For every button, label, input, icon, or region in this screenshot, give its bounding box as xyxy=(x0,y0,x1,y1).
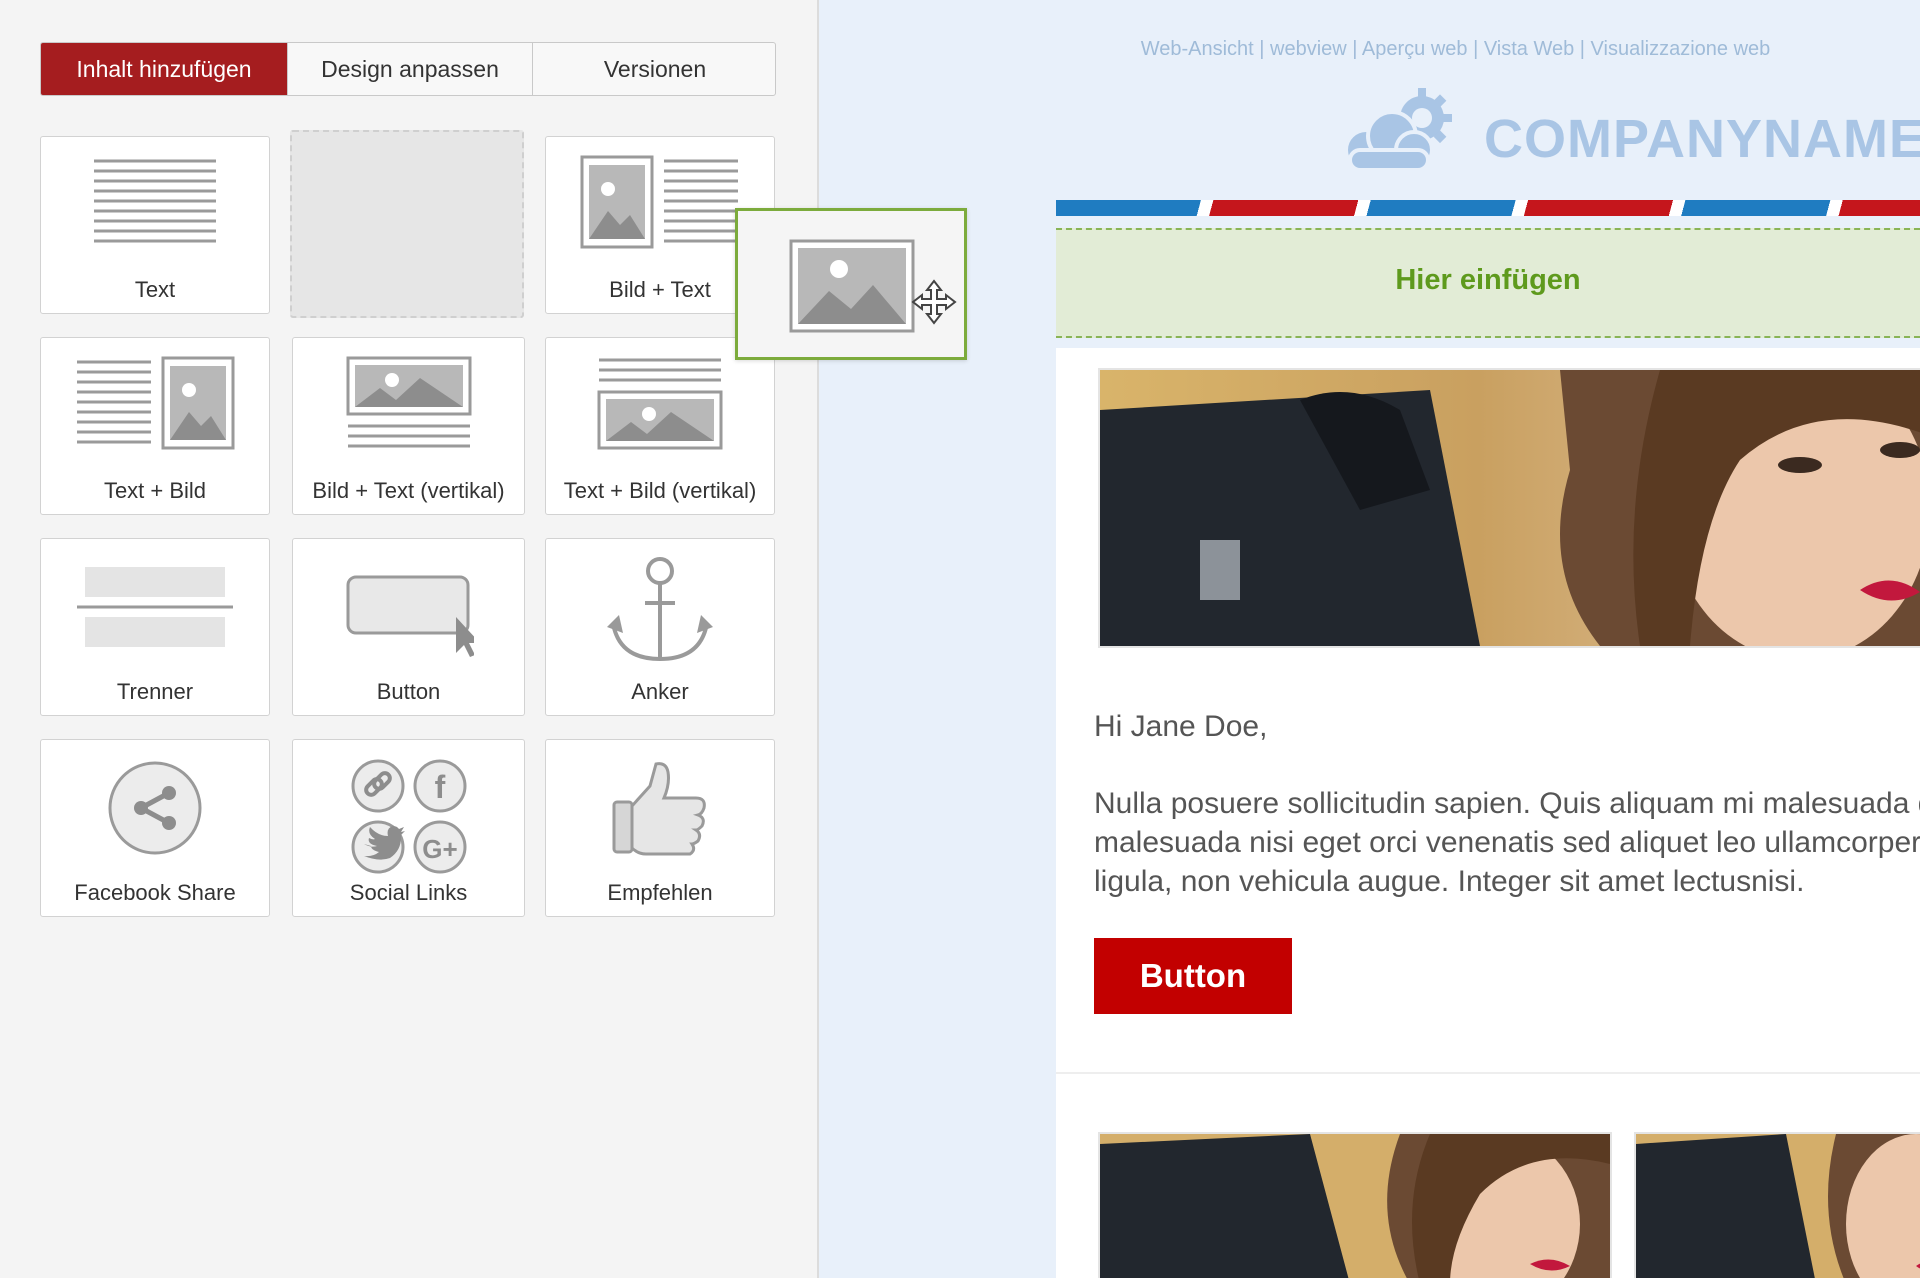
thumbnail-image-right[interactable] xyxy=(1634,1132,1920,1278)
block-label: Trenner xyxy=(116,679,194,704)
section-separator xyxy=(1056,1072,1920,1074)
block-label: Text + Bild (vertikal) xyxy=(563,478,757,503)
dragged-image-block[interactable] xyxy=(735,208,967,360)
company-logo: COMPANYNAME xyxy=(1336,88,1920,178)
divider-icon xyxy=(77,567,233,647)
block-text-image[interactable]: Text + Bild xyxy=(40,337,270,515)
block-label: Button xyxy=(376,679,441,704)
block-facebook-share[interactable]: Facebook Share xyxy=(40,739,270,917)
image-text-icon xyxy=(580,155,738,249)
block-anchor[interactable]: Anker xyxy=(545,538,775,716)
email-preview: Web-Ansicht | webview | Aperçu web | Vis… xyxy=(819,0,1920,1278)
block-label: Text + Bild xyxy=(103,478,207,503)
drop-zone-label: Hier einfügen xyxy=(1395,264,1581,296)
tab-add-content[interactable]: Inhalt hinzufügen xyxy=(41,43,288,95)
greeting: Hi Jane Doe, xyxy=(1094,710,1268,743)
block-label: Social Links xyxy=(349,880,468,905)
block-label: Anker xyxy=(631,679,689,704)
text-image-vertical-icon xyxy=(597,358,723,450)
webview-links[interactable]: Web-Ansicht | webview | Aperçu web | Vis… xyxy=(936,38,1920,61)
button-icon xyxy=(346,575,474,657)
svg-text:f: f xyxy=(434,769,445,805)
anchor-icon xyxy=(607,557,713,662)
block-label: Text xyxy=(134,277,176,302)
block-label: Bild + Text (vertikal) xyxy=(312,478,505,503)
block-label: Empfehlen xyxy=(607,880,713,905)
drag-source-placeholder xyxy=(290,130,524,318)
block-social-links[interactable]: f G+ Social Links xyxy=(292,739,525,917)
body-text: Nulla posuere sollicitudin sapien. Quis … xyxy=(1094,787,1920,898)
block-label: Facebook Share xyxy=(74,880,236,905)
block-button[interactable]: Button xyxy=(292,538,525,716)
block-recommend[interactable]: Empfehlen xyxy=(545,739,775,917)
share-icon xyxy=(108,761,202,855)
block-image-text-vertical[interactable]: Bild + Text (vertikal) xyxy=(292,337,525,515)
thumbs-up-icon xyxy=(612,762,706,856)
panel-tabs: Inhalt hinzufügen Design anpassen Versio… xyxy=(40,42,776,96)
company-name: COMPANYNAME xyxy=(1484,109,1920,169)
hero-image[interactable] xyxy=(1098,368,1920,648)
tab-design[interactable]: Design anpassen xyxy=(288,43,533,95)
text-image-icon xyxy=(77,356,235,450)
svg-text:G+: G+ xyxy=(422,834,457,864)
thumb-photo xyxy=(1100,1134,1610,1278)
content-blocks-panel: Inhalt hinzufügen Design anpassen Versio… xyxy=(0,0,818,1278)
airmail-stripe xyxy=(1056,200,1920,216)
tab-versions[interactable]: Versionen xyxy=(533,43,777,95)
block-text[interactable]: Text xyxy=(40,136,270,314)
block-text-image-vertical[interactable]: Text + Bild (vertikal) xyxy=(545,337,775,515)
image-block-icon xyxy=(789,239,915,333)
text-block-icon xyxy=(94,159,216,243)
image-text-vertical-icon xyxy=(346,356,471,448)
thumb-photo xyxy=(1636,1134,1920,1278)
email-canvas: Web-Ansicht | webview | Aperçu web | Vis… xyxy=(936,0,1920,1278)
block-divider[interactable]: Trenner xyxy=(40,538,270,716)
cta-button[interactable]: Button xyxy=(1094,938,1292,1014)
hero-photo xyxy=(1100,370,1920,646)
email-content: Hi Jane Doe, Nulla posuere sollicitudin … xyxy=(1056,348,1920,1278)
move-cursor-icon xyxy=(911,279,957,325)
cloud-gear-icon xyxy=(1344,88,1452,172)
app-frame: Inhalt hinzufügen Design anpassen Versio… xyxy=(0,0,1920,1280)
social-links-icon: f G+ xyxy=(351,759,466,874)
drop-zone[interactable]: Hier einfügen xyxy=(1056,228,1920,338)
thumbnail-image-left[interactable] xyxy=(1098,1132,1612,1278)
